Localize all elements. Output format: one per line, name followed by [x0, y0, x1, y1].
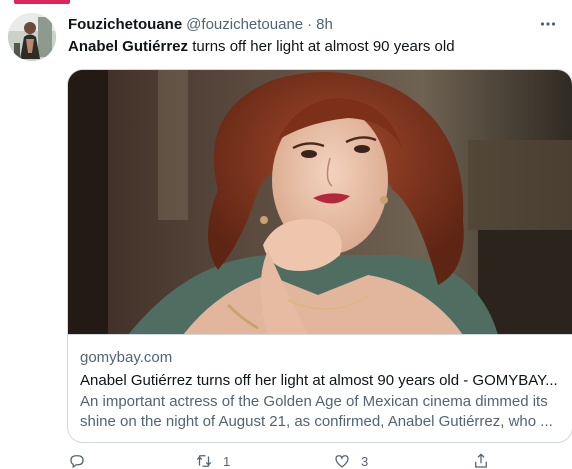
tweet-text: Anabel Gutiérrez turns off her light at … — [68, 37, 552, 57]
card-body: gomybay.com Anabel Gutiérrez turns off h… — [80, 348, 560, 432]
tweet-text-bold: Anabel Gutiérrez — [68, 38, 189, 55]
share-icon — [475, 453, 487, 468]
avatar-image — [8, 13, 56, 61]
tweet-text-rest: turns off her light at almost 90 years o… — [188, 38, 455, 55]
heart-icon — [335, 455, 349, 468]
card-domain: gomybay.com — [80, 349, 173, 366]
top-accent-bar — [14, 0, 70, 4]
like-button[interactable]: 3 — [333, 452, 368, 469]
avatar[interactable] — [8, 13, 56, 61]
reply-icon — [70, 455, 84, 469]
more-options-icon[interactable] — [536, 14, 560, 34]
link-card[interactable]: gomybay.com Anabel Gutiérrez turns off h… — [67, 69, 572, 443]
card-image[interactable] — [68, 70, 572, 335]
timestamp[interactable]: 8h — [316, 16, 333, 33]
tweet-header: Fouzichetouane @fouzichetouane · 8h — [68, 14, 532, 34]
user-handle[interactable]: @fouzichetouane — [186, 16, 303, 33]
card-description: An important actress of the Golden Age o… — [80, 393, 553, 430]
reply-button[interactable] — [68, 452, 96, 469]
separator-dot: · — [307, 15, 313, 33]
tweet-actions: 1 3 — [68, 452, 508, 469]
like-count: 3 — [361, 453, 369, 469]
retweet-icon — [196, 455, 212, 467]
retweet-count: 1 — [223, 453, 231, 469]
display-name[interactable]: Fouzichetouane — [68, 16, 182, 33]
share-button[interactable] — [472, 452, 500, 469]
retweet-button[interactable]: 1 — [195, 452, 230, 469]
card-title[interactable]: Anabel Gutiérrez turns off her light at … — [80, 370, 560, 391]
